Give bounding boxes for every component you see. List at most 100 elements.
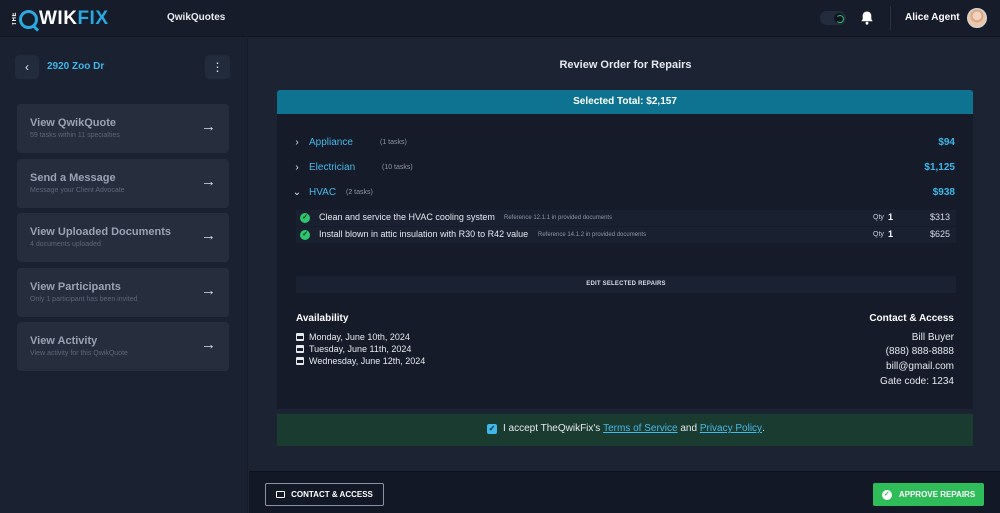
page-title: Review Order for Repairs (559, 59, 692, 71)
chevron-right-icon[interactable]: › (292, 162, 302, 173)
approve-repairs-label: APPROVE REPAIRS (898, 490, 976, 499)
category-row-electrician[interactable]: › Electrician (10 tasks) $1,125 (292, 160, 955, 176)
contact-gate-code: Gate code: 1234 (880, 376, 954, 387)
terms-of-service-link[interactable]: Terms of Service (603, 423, 677, 434)
category-count: (2 tasks) (346, 189, 373, 196)
contact-heading: Contact & Access (869, 313, 954, 324)
task-row[interactable]: ✓ Install blown in attic insulation with… (296, 227, 956, 243)
sidebar: ‹ 2920 Zoo Dr ⋮ View QwikQuote 59 tasks … (0, 38, 248, 513)
category-amount: $94 (938, 137, 955, 148)
availability-date-text: Wednesday, June 12th, 2024 (309, 356, 426, 366)
order-panel: › Appliance (1 tasks) $94 › Electrician … (277, 114, 973, 409)
sidebar-item-activity[interactable]: View Activity View activity for this Qwi… (17, 322, 229, 371)
selected-total-banner: Selected Total: $2,157 (277, 90, 973, 114)
accept-and: and (680, 423, 698, 434)
approve-repairs-button[interactable]: ✓ APPROVE REPAIRS (873, 483, 984, 506)
top-bar: THE WIK FIX QwikQuotes Alice Agent (0, 0, 1000, 37)
category-amount: $938 (932, 187, 955, 198)
check-circle-icon[interactable]: ✓ (300, 230, 310, 240)
contact-phone: (888) 888-8888 (885, 346, 954, 357)
calendar-icon (296, 345, 304, 353)
category-name: Electrician (309, 162, 356, 173)
calendar-icon (296, 333, 304, 341)
chevron-left-icon: ‹ (25, 60, 29, 74)
bottom-action-bar: CONTACT & ACCESS ✓ APPROVE REPAIRS (249, 471, 1000, 513)
category-row-appliance[interactable]: › Appliance (1 tasks) $94 (292, 135, 955, 151)
arrow-right-icon: → (201, 227, 216, 244)
task-price: $625 (929, 229, 950, 239)
arrow-right-icon: → (201, 173, 216, 190)
sidebar-item-title: Send a Message (30, 172, 116, 184)
category-name: Appliance (309, 137, 353, 148)
qty-label: Qty (873, 231, 884, 238)
accept-terms-checkbox[interactable]: ✓ (487, 423, 497, 434)
logo-wik-text: WIK (39, 8, 78, 29)
sidebar-item-subtitle: 4 documents uploaded (30, 241, 101, 248)
availability-heading: Availability (296, 313, 349, 324)
contact-access-button[interactable]: CONTACT & ACCESS (265, 483, 384, 506)
calendar-icon (296, 357, 304, 365)
qwikfix-logo[interactable]: THE WIK FIX (12, 8, 109, 30)
check-circle-icon[interactable]: ✓ (300, 213, 310, 223)
back-button[interactable]: ‹ (15, 55, 39, 79)
task-row[interactable]: ✓ Clean and service the HVAC cooling sys… (296, 210, 956, 226)
task-reference: Reference 14.1.2 in provided documents (538, 232, 647, 238)
category-count: (1 tasks) (380, 139, 407, 146)
bell-icon[interactable] (859, 10, 875, 26)
chevron-right-icon[interactable]: › (292, 137, 302, 148)
sidebar-item-view-qwikquote[interactable]: View QwikQuote 59 tasks within 11 specia… (17, 104, 229, 153)
check-circle-icon: ✓ (881, 489, 892, 500)
terms-acceptance: ✓ I accept TheQwikFix's Terms of Service… (277, 414, 973, 446)
availability-date: Tuesday, June 11th, 2024 (296, 344, 411, 354)
sidebar-item-subtitle: 59 tasks within 11 specialties (30, 132, 120, 139)
task-description: Install blown in attic insulation with R… (319, 229, 529, 239)
availability-date-text: Monday, June 10th, 2024 (309, 332, 410, 342)
task-reference: Reference 12.1.1 in provided documents (504, 215, 613, 221)
edit-selected-repairs-button[interactable]: EDIT SELECTED REPAIRS (296, 276, 956, 293)
chevron-down-icon[interactable]: ⌄ (292, 187, 302, 198)
contact-email: bill@gmail.com (886, 361, 954, 372)
qty-label: Qty (873, 214, 884, 221)
sidebar-item-title: View Activity (30, 335, 98, 347)
sidebar-item-subtitle: View activity for this QwikQuote (30, 350, 128, 357)
sidebar-item-send-message[interactable]: Send a Message Message your Client Advoc… (17, 159, 229, 208)
qty-value: 1 (888, 229, 894, 239)
property-title: 2920 Zoo Dr (47, 61, 105, 72)
sidebar-item-uploaded-documents[interactable]: View Uploaded Documents 4 documents uplo… (17, 213, 229, 262)
sidebar-item-title: View Participants (30, 281, 121, 293)
privacy-policy-link[interactable]: Privacy Policy (700, 423, 762, 434)
contact-name: Bill Buyer (911, 332, 954, 343)
category-row-hvac[interactable]: ⌄ HVAC (2 tasks) $938 (292, 185, 955, 201)
terms-acceptance-row: ✓ I accept TheQwikFix's Terms of Service… (487, 423, 765, 434)
sidebar-item-subtitle: Message your Client Advocate (30, 187, 125, 194)
qty-value: 1 (888, 212, 894, 222)
category-name: HVAC (309, 187, 337, 198)
sidebar-item-subtitle: Only 1 participant has been invited (30, 296, 138, 303)
topbar-divider (890, 6, 891, 30)
theme-toggle[interactable] (820, 11, 846, 25)
arrow-right-icon: → (201, 336, 216, 353)
sidebar-item-participants[interactable]: View Participants Only 1 participant has… (17, 268, 229, 317)
task-description: Clean and service the HVAC cooling syste… (319, 212, 495, 222)
arrow-right-icon: → (201, 282, 216, 299)
user-name[interactable]: Alice Agent (905, 12, 960, 23)
availability-date-text: Tuesday, June 11th, 2024 (309, 344, 412, 354)
task-price: $313 (929, 212, 950, 222)
logo-q-icon (19, 9, 38, 29)
contact-card-icon (276, 491, 286, 498)
accept-suffix: . (762, 423, 765, 434)
accept-prefix: I accept TheQwikFix's (503, 423, 601, 434)
arrow-right-icon: → (201, 118, 216, 135)
contact-access-label: CONTACT & ACCESS (291, 490, 373, 499)
category-amount: $1,125 (924, 162, 955, 173)
more-options-button[interactable]: ⋮ (205, 55, 230, 79)
moon-icon (834, 13, 844, 23)
availability-date: Wednesday, June 12th, 2024 (296, 356, 425, 366)
app-name[interactable]: QwikQuotes (167, 12, 225, 23)
logo-fix-text: FIX (77, 8, 109, 29)
category-count: (10 tasks) (382, 164, 413, 171)
avatar[interactable] (967, 8, 987, 28)
logo-the-text: THE (12, 12, 18, 26)
sidebar-item-title: View Uploaded Documents (30, 226, 171, 238)
kebab-icon: ⋮ (211, 60, 224, 74)
